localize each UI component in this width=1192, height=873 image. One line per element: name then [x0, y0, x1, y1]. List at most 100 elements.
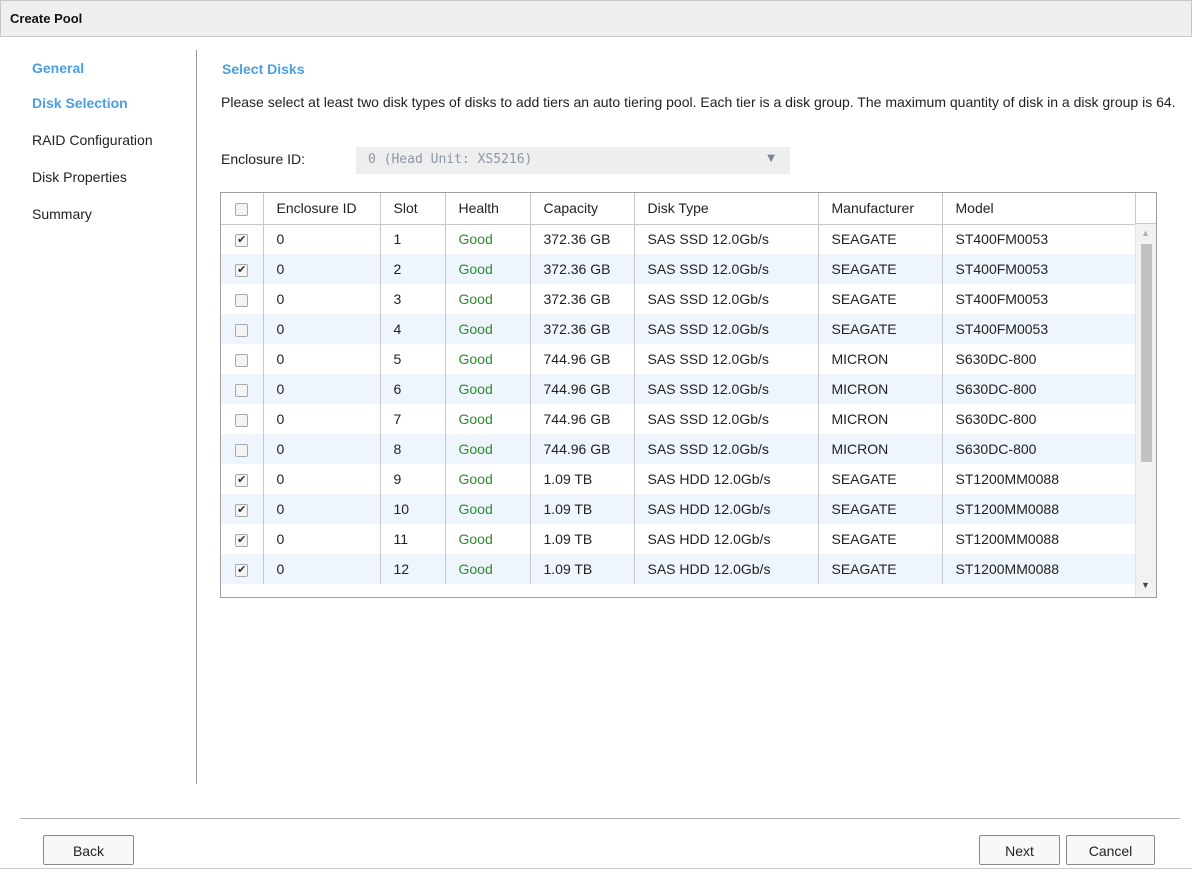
column-header-capacity[interactable]: Capacity	[530, 193, 635, 225]
row-checkbox-cell[interactable]: ✔	[221, 224, 264, 254]
row-checkbox[interactable]: ✔	[235, 563, 249, 577]
cell-health: Good	[445, 434, 531, 464]
scroll-down-icon[interactable]: ▼	[1141, 580, 1150, 590]
row-checkbox[interactable]	[235, 443, 249, 457]
table-header-filler	[1135, 193, 1156, 224]
cell-slot: 12	[380, 554, 446, 584]
select-all-checkbox-cell[interactable]	[221, 193, 264, 225]
cell-disk-type: SAS SSD 12.0Gb/s	[634, 224, 819, 254]
cell-enclosure-id: 0	[263, 224, 381, 254]
table-scrollbar[interactable]: ▲ ▼	[1135, 224, 1156, 597]
cell-health: Good	[445, 224, 531, 254]
table-row[interactable]: 0 8 Good 744.96 GB SAS SSD 12.0Gb/s MICRON S63…	[221, 434, 1136, 464]
cell-slot: 11	[380, 524, 446, 554]
table-row[interactable]: 0 4 Good 372.36 GB SAS SSD 12.0Gb/s SEAGATE ST…	[221, 314, 1136, 344]
row-checkbox[interactable]: ✔	[235, 263, 249, 277]
row-checkbox[interactable]: ✔	[235, 473, 249, 487]
cell-model: S630DC-800	[942, 374, 1136, 404]
column-header-disk-type[interactable]: Disk Type	[634, 193, 819, 225]
cell-enclosure-id: 0	[263, 344, 381, 374]
row-checkbox-cell[interactable]: ✔	[221, 494, 264, 524]
row-checkbox-cell[interactable]: ✔	[221, 254, 264, 284]
column-header-model[interactable]: Model	[942, 193, 1136, 225]
next-button[interactable]: Next	[979, 835, 1060, 865]
column-header-manufacturer[interactable]: Manufacturer	[818, 193, 943, 225]
table-row[interactable]: ✔ 0 12 Good 1.09 TB SAS HDD 12.0Gb/s SEAGATE ST…	[221, 554, 1136, 584]
cell-manufacturer: MICRON	[818, 434, 943, 464]
table-row[interactable]: 0 6 Good 744.96 GB SAS SSD 12.0Gb/s MICRON S63…	[221, 374, 1136, 404]
cell-enclosure-id: 0	[263, 254, 381, 284]
cell-slot: 7	[380, 404, 446, 434]
cell-capacity: 372.36 GB	[530, 224, 635, 254]
table-row[interactable]: ✔ 0 10 Good 1.09 TB SAS HDD 12.0Gb/s SEAGATE ST…	[221, 494, 1136, 524]
checkmark-icon: ✔	[237, 533, 247, 546]
row-checkbox-cell[interactable]: ✔	[221, 464, 264, 494]
cell-disk-type: SAS SSD 12.0Gb/s	[634, 284, 819, 314]
row-checkbox[interactable]	[235, 413, 249, 427]
cell-disk-type: SAS SSD 12.0Gb/s	[634, 254, 819, 284]
cell-health: Good	[445, 314, 531, 344]
step-raid-configuration[interactable]: RAID Configuration	[32, 132, 153, 148]
table-row[interactable]: 0 5 Good 744.96 GB SAS SSD 12.0Gb/s MICRON S63…	[221, 344, 1136, 374]
row-checkbox-cell[interactable]: ✔	[221, 524, 264, 554]
cell-manufacturer: SEAGATE	[818, 284, 943, 314]
scrollbar-thumb[interactable]	[1141, 244, 1152, 462]
cell-health: Good	[445, 524, 531, 554]
table-row[interactable]: ✔ 0 1 Good 372.36 GB SAS SSD 12.0Gb/s SEAGATE S…	[221, 224, 1136, 254]
row-checkbox[interactable]: ✔	[235, 503, 249, 517]
row-checkbox-cell[interactable]	[221, 314, 264, 344]
cancel-button[interactable]: Cancel	[1066, 835, 1155, 865]
column-header-slot[interactable]: Slot	[380, 193, 446, 225]
select-all-checkbox[interactable]	[235, 203, 249, 217]
table-row[interactable]: 0 7 Good 744.96 GB SAS SSD 12.0Gb/s MICRON S63…	[221, 404, 1136, 434]
row-checkbox[interactable]: ✔	[235, 533, 249, 547]
cell-manufacturer: SEAGATE	[818, 314, 943, 344]
table-row[interactable]: 0 3 Good 372.36 GB SAS SSD 12.0Gb/s SEAGATE ST…	[221, 284, 1136, 314]
cell-slot: 2	[380, 254, 446, 284]
step-disk-properties[interactable]: Disk Properties	[32, 169, 127, 185]
cell-slot: 1	[380, 224, 446, 254]
cell-enclosure-id: 0	[263, 494, 381, 524]
footer-divider	[20, 818, 1180, 819]
enclosure-id-label: Enclosure ID:	[221, 151, 306, 167]
column-header-enclosure-id[interactable]: Enclosure ID	[263, 193, 381, 225]
row-checkbox-cell[interactable]: ✔	[221, 554, 264, 584]
step-general[interactable]: General	[32, 60, 84, 76]
cell-model: S630DC-800	[942, 404, 1136, 434]
sidebar-divider	[196, 50, 197, 784]
cell-enclosure-id: 0	[263, 314, 381, 344]
section-title: Select Disks	[222, 61, 305, 77]
disk-table: Enclosure ID Slot Health Capacity Disk T…	[220, 192, 1157, 598]
scroll-up-icon[interactable]: ▲	[1141, 228, 1150, 238]
row-checkbox[interactable]: ✔	[235, 234, 249, 248]
cell-health: Good	[445, 284, 531, 314]
step-summary[interactable]: Summary	[32, 206, 92, 222]
table-row[interactable]: ✔ 0 11 Good 1.09 TB SAS HDD 12.0Gb/s SEAGATE ST…	[221, 524, 1136, 554]
row-checkbox-cell[interactable]	[221, 404, 264, 434]
row-checkbox-cell[interactable]	[221, 374, 264, 404]
cell-capacity: 372.36 GB	[530, 314, 635, 344]
back-button[interactable]: Back	[43, 835, 134, 865]
row-checkbox[interactable]	[235, 293, 249, 307]
row-checkbox-cell[interactable]	[221, 434, 264, 464]
checkmark-icon: ✔	[237, 473, 247, 486]
cell-enclosure-id: 0	[263, 554, 381, 584]
column-header-health[interactable]: Health	[445, 193, 531, 225]
row-checkbox[interactable]	[235, 383, 249, 397]
row-checkbox-cell[interactable]	[221, 344, 264, 374]
cell-capacity: 1.09 TB	[530, 554, 635, 584]
cell-health: Good	[445, 494, 531, 524]
row-checkbox-cell[interactable]	[221, 284, 264, 314]
step-disk-selection[interactable]: Disk Selection	[32, 95, 128, 111]
checkmark-icon: ✔	[237, 563, 247, 576]
table-row[interactable]: ✔ 0 2 Good 372.36 GB SAS SSD 12.0Gb/s SEAGATE S…	[221, 254, 1136, 284]
cell-model: S630DC-800	[942, 344, 1136, 374]
cell-health: Good	[445, 344, 531, 374]
checkmark-icon: ✔	[237, 503, 247, 516]
row-checkbox[interactable]	[235, 353, 249, 367]
cell-model: ST1200MM0088	[942, 524, 1136, 554]
enclosure-id-select[interactable]: 0 (Head Unit: XS5216) ▼	[356, 147, 790, 174]
table-row[interactable]: ✔ 0 9 Good 1.09 TB SAS HDD 12.0Gb/s SEAGATE ST1…	[221, 464, 1136, 494]
row-checkbox[interactable]	[235, 323, 249, 337]
cell-disk-type: SAS SSD 12.0Gb/s	[634, 434, 819, 464]
